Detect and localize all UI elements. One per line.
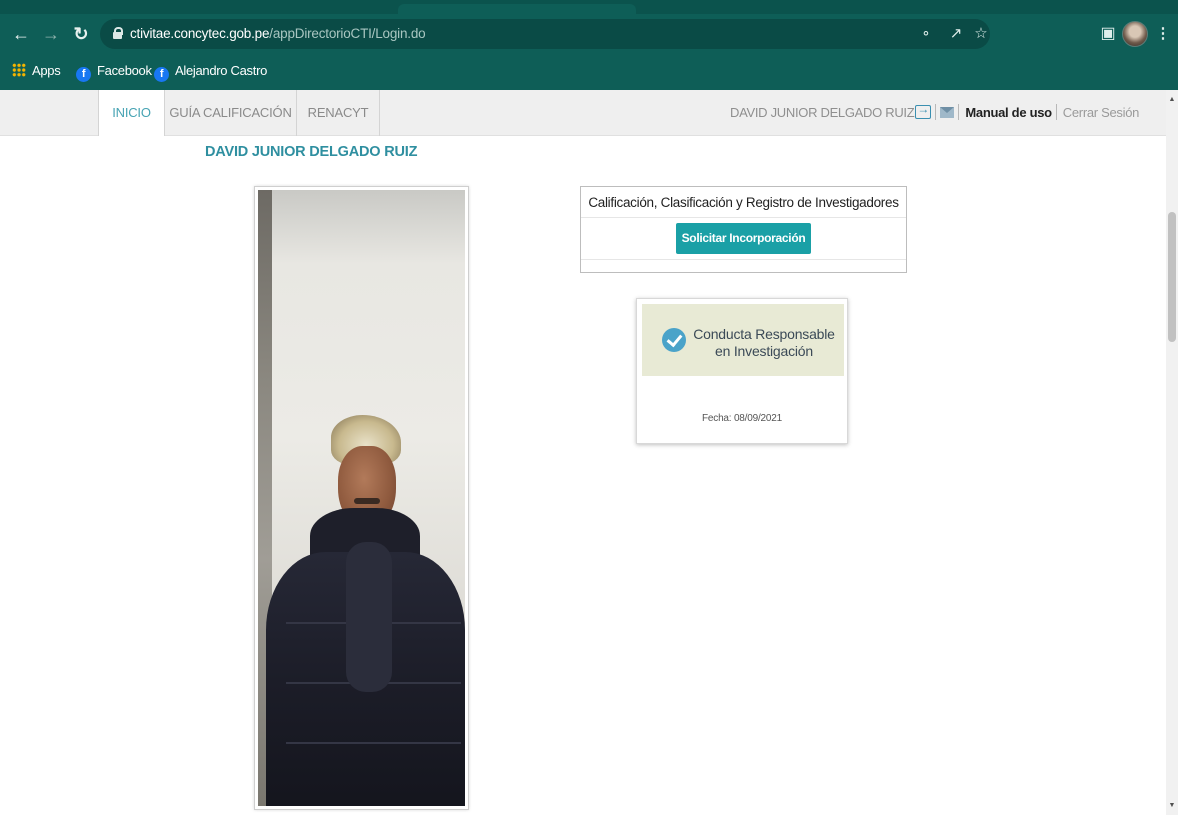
logout-link[interactable]: Cerrar Sesión — [1063, 105, 1140, 120]
back-icon[interactable]: ← — [10, 23, 32, 45]
conducta-responsable-badge[interactable]: Conducta Responsable en Investigación Fe… — [636, 298, 848, 444]
bookmark-label: Facebook — [97, 63, 152, 78]
star-icon[interactable]: ☆ — [970, 23, 992, 45]
divider — [581, 259, 906, 260]
badge-banner: Conducta Responsable en Investigación — [642, 304, 844, 376]
tab-inicio[interactable]: INICIO — [98, 90, 165, 136]
site-navbar: INICIO GUÍA CALIFICACIÓN RENACYT DAVID J… — [0, 90, 1166, 136]
address-bar[interactable]: ctivitae.concytec.gob.pe/appDirectorioCT… — [100, 19, 990, 49]
certification-box: Calificación, Clasificación y Registro d… — [580, 186, 907, 273]
reload-icon[interactable]: ↻ — [70, 23, 92, 45]
tab-renacyt[interactable]: RENACYT — [297, 90, 380, 136]
profile-photo — [258, 190, 465, 806]
badge-line1: Conducta Responsable — [693, 326, 835, 342]
profile-avatar[interactable] — [1122, 21, 1148, 47]
bookmark-facebook[interactable]: f Facebook — [76, 63, 152, 82]
browser-toolbar: ← → ↻ ctivitae.concytec.gob.pe/appDirect… — [0, 14, 1178, 54]
browser-chrome: ← → ↻ ctivitae.concytec.gob.pe/appDirect… — [0, 0, 1178, 90]
tab-strip — [0, 0, 1178, 14]
photo-scarf — [346, 542, 392, 692]
separator — [935, 104, 937, 120]
vertical-scrollbar[interactable]: ▲ ▼ — [1166, 90, 1178, 815]
badge-date: Fecha: 08/09/2021 — [702, 413, 782, 424]
url-domain: ctivitae.concytec.gob.pe — [130, 26, 270, 41]
badge-title: Conducta Responsable en Investigación — [688, 326, 840, 360]
certification-title: Calificación, Clasificación y Registro d… — [588, 195, 899, 210]
forward-icon[interactable]: → — [40, 23, 62, 45]
bookmark-label: Apps — [32, 63, 61, 78]
profile-photo-frame — [254, 186, 469, 810]
url-path: /appDirectorioCTI/Login.do — [269, 26, 426, 41]
manual-link[interactable]: Manual de uso — [965, 105, 1052, 120]
mail-icon[interactable] — [940, 107, 955, 118]
tab-label: INICIO — [112, 105, 151, 120]
bookmark-apps[interactable]: Apps — [12, 63, 61, 81]
user-name[interactable]: DAVID JUNIOR DELGADO RUIZ — [730, 105, 915, 120]
facebook-icon: f — [154, 67, 169, 82]
photo-mustache — [354, 498, 380, 504]
jacket-seam — [286, 742, 461, 744]
tab-guia-calificacion[interactable]: GUÍA CALIFICACIÓN — [165, 90, 297, 136]
bookmark-alejandro-castro[interactable]: f Alejandro Castro — [154, 63, 268, 82]
separator — [958, 104, 960, 120]
bookmark-label: Alejandro Castro — [175, 63, 268, 78]
tab-label: GUÍA CALIFICACIÓN — [169, 105, 292, 120]
active-browser-tab[interactable] — [398, 4, 636, 14]
lock-icon — [113, 27, 123, 39]
apps-grid-icon — [12, 63, 26, 77]
tab-label: RENACYT — [307, 105, 369, 120]
researcher-name: DAVID JUNIOR DELGADO RUIZ — [205, 144, 418, 160]
url-text[interactable]: ctivitae.concytec.gob.pe/appDirectorioCT… — [130, 26, 426, 41]
sidepanel-icon[interactable]: ▣ — [1097, 23, 1119, 45]
scroll-thumb[interactable] — [1168, 212, 1176, 342]
separator — [1055, 104, 1057, 120]
badge-line2: en Investigación — [715, 343, 813, 359]
menu-icon[interactable]: ⋮ — [1152, 23, 1174, 45]
scroll-up-icon[interactable]: ▲ — [1168, 96, 1176, 104]
divider — [581, 217, 906, 218]
check-circle-icon — [662, 328, 686, 352]
user-bar: DAVID JUNIOR DELGADO RUIZ Manual de uso Ce… — [730, 102, 1140, 122]
facebook-icon: f — [76, 67, 91, 82]
solicitar-incorporacion-button[interactable]: Solicitar Incorporación — [676, 223, 811, 254]
key-icon[interactable]: ⚬ — [915, 23, 937, 45]
page-content: INICIO GUÍA CALIFICACIÓN RENACYT DAVID J… — [0, 90, 1166, 815]
login-icon[interactable] — [915, 102, 932, 119]
share-icon[interactable]: ↗ — [945, 23, 967, 45]
bookmarks-bar: Apps f Facebook f Alejandro Castro — [0, 54, 1178, 90]
scroll-down-icon[interactable]: ▼ — [1168, 802, 1176, 810]
